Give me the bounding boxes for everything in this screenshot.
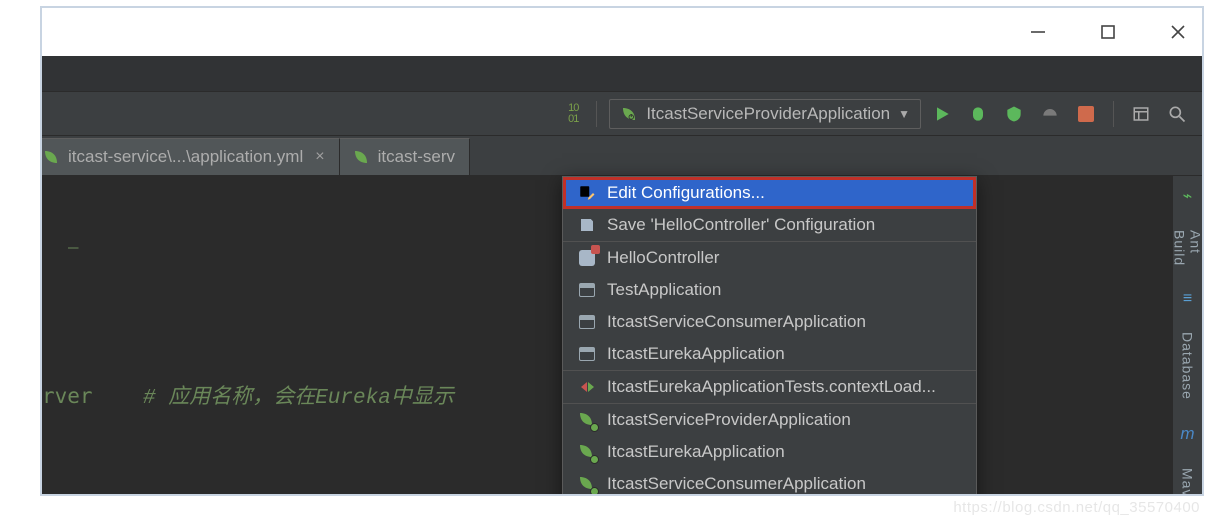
menu-run-config[interactable]: TestApplication bbox=[563, 274, 976, 306]
spring-icon bbox=[42, 148, 60, 166]
edit-icon bbox=[577, 183, 597, 203]
tab-label: itcast-service\...\application.yml bbox=[68, 147, 303, 167]
stop-button[interactable] bbox=[1071, 99, 1101, 129]
close-tab-icon[interactable]: × bbox=[311, 148, 324, 166]
toolbar-separator bbox=[596, 101, 597, 127]
code-token: rver bbox=[42, 384, 93, 408]
spring-icon bbox=[352, 148, 370, 166]
profile-button[interactable] bbox=[1035, 99, 1065, 129]
window-frame: 1001 ItcastServiceProviderApplication ▼ bbox=[40, 6, 1204, 496]
tab-itcast-serv[interactable]: itcast-serv bbox=[340, 138, 470, 175]
gutter-indicator: ⎯ bbox=[68, 236, 79, 260]
menu-label: ItcastServiceProviderApplication bbox=[607, 410, 851, 430]
coverage-button[interactable] bbox=[999, 99, 1029, 129]
menu-label: Edit Configurations... bbox=[607, 183, 765, 203]
app-icon bbox=[577, 280, 597, 300]
database-tool[interactable]: Database bbox=[1180, 332, 1196, 400]
search-everywhere-button[interactable] bbox=[1162, 99, 1192, 129]
run-config-dropdown: Edit Configurations... Save 'HelloContro… bbox=[562, 176, 977, 494]
tab-application-yml[interactable]: itcast-service\...\application.yml × bbox=[42, 138, 340, 175]
maximize-button[interactable] bbox=[1096, 20, 1120, 44]
titlebar bbox=[42, 8, 1202, 56]
database-icon: ≡ bbox=[1183, 290, 1192, 308]
spring-boot-icon bbox=[577, 410, 597, 430]
main-toolbar: 1001 ItcastServiceProviderApplication ▼ bbox=[42, 92, 1202, 136]
editor-tabbar: itcast-service\...\application.yml × itc… bbox=[42, 136, 1202, 176]
menu-run-config[interactable]: ItcastServiceConsumerApplication bbox=[563, 306, 976, 338]
menu-run-config[interactable]: ItcastServiceConsumerApplication bbox=[563, 468, 976, 494]
menu-run-config[interactable]: HelloController bbox=[563, 242, 976, 274]
code-line: rver # 应用名称，会在Eureka中显示 bbox=[42, 380, 454, 410]
menu-label: ItcastEurekaApplication bbox=[607, 442, 785, 462]
menu-save-configuration[interactable]: Save 'HelloController' Configuration bbox=[563, 209, 976, 241]
minimize-button[interactable] bbox=[1026, 20, 1050, 44]
test-icon bbox=[577, 380, 597, 394]
menu-run-config[interactable]: ItcastEurekaApplication bbox=[563, 436, 976, 468]
save-icon bbox=[577, 215, 597, 235]
watermark: https://blog.csdn.net/qq_35570400 bbox=[953, 499, 1200, 516]
menu-label: Save 'HelloController' Configuration bbox=[607, 215, 875, 235]
run-button[interactable] bbox=[927, 99, 957, 129]
binary-icon: 1001 bbox=[568, 103, 578, 125]
menu-label: ItcastServiceConsumerApplication bbox=[607, 312, 866, 332]
menu-label: HelloController bbox=[607, 248, 719, 268]
run-config-selector[interactable]: ItcastServiceProviderApplication ▼ bbox=[609, 99, 921, 129]
menu-label: ItcastEurekaApplicationTests.contextLoad… bbox=[607, 377, 936, 397]
tab-label: itcast-serv bbox=[378, 147, 455, 167]
ant-build-tool[interactable]: Ant Build bbox=[1172, 230, 1203, 266]
maven-icon: m bbox=[1180, 424, 1194, 444]
stop-icon bbox=[1078, 106, 1094, 122]
menu-label: ItcastEurekaApplication bbox=[607, 344, 785, 364]
spring-icon bbox=[620, 105, 638, 123]
menu-edit-configurations[interactable]: Edit Configurations... bbox=[563, 177, 976, 209]
maven-tool[interactable]: Mav bbox=[1180, 468, 1196, 494]
ant-icon: ⌁ bbox=[1183, 186, 1193, 206]
app-icon bbox=[577, 312, 597, 332]
menu-run-config[interactable]: ItcastEurekaApplication bbox=[563, 338, 976, 370]
code-comment: # 应用名称，会在Eureka中显示 bbox=[143, 387, 454, 410]
menu-run-config[interactable]: ItcastEurekaApplicationTests.contextLoad… bbox=[563, 371, 976, 403]
caret-down-icon: ▼ bbox=[898, 107, 910, 121]
menu-label: ItcastServiceConsumerApplication bbox=[607, 474, 866, 494]
toolbar-separator bbox=[1113, 101, 1114, 127]
class-icon bbox=[577, 248, 597, 268]
close-button[interactable] bbox=[1166, 20, 1190, 44]
spring-boot-icon bbox=[577, 442, 597, 462]
debug-button[interactable] bbox=[963, 99, 993, 129]
layout-button[interactable] bbox=[1126, 99, 1156, 129]
menu-bar-area bbox=[42, 56, 1202, 92]
spring-boot-icon bbox=[577, 474, 597, 494]
menu-run-config[interactable]: ItcastServiceProviderApplication bbox=[563, 404, 976, 436]
ide-area: 1001 ItcastServiceProviderApplication ▼ bbox=[42, 56, 1202, 494]
run-config-label: ItcastServiceProviderApplication bbox=[646, 104, 890, 124]
app-icon bbox=[577, 344, 597, 364]
menu-label: TestApplication bbox=[607, 280, 721, 300]
right-tool-strip: ⌁ Ant Build ≡ Database m Mav bbox=[1172, 176, 1202, 494]
